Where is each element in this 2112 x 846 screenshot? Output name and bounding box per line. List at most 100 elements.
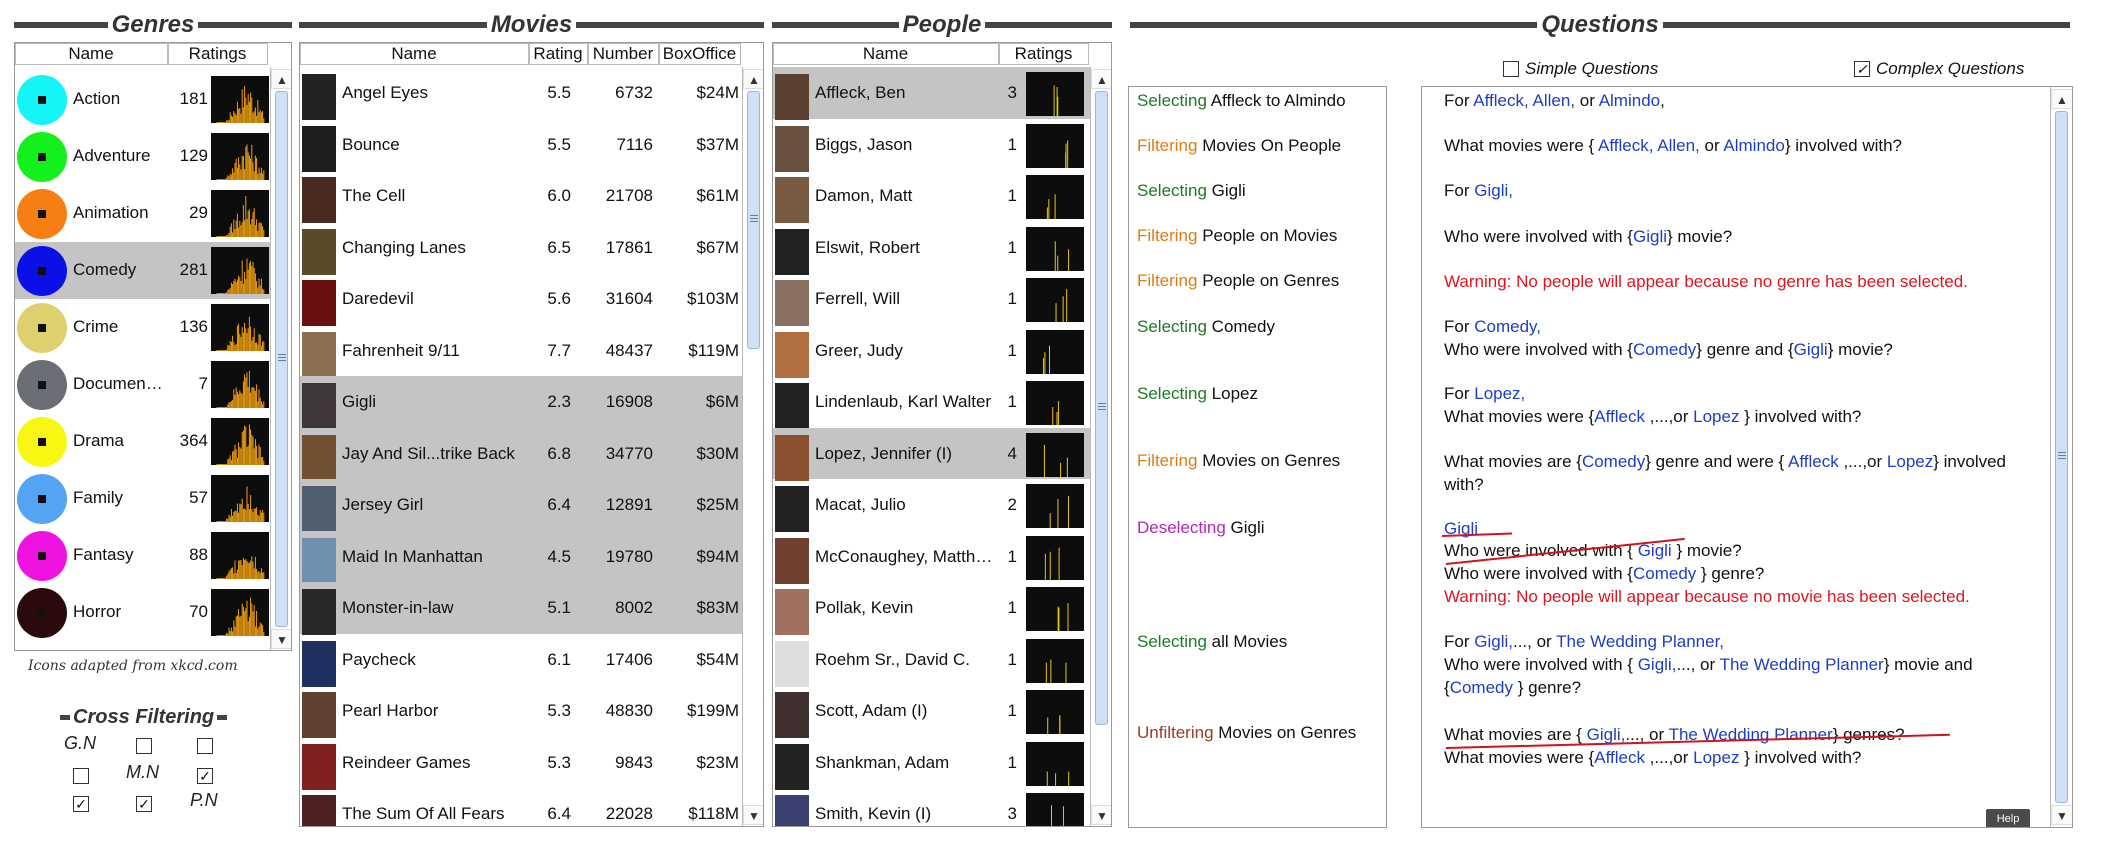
- scrollbar-thumb[interactable]: [1095, 91, 1108, 725]
- person-row[interactable]: Scott, Adam (I) 1: [773, 685, 1090, 738]
- movie-row[interactable]: Jay And Sil...trike Back 6.8 34770 $30M: [300, 427, 742, 481]
- genre-row[interactable]: Drama 364: [15, 413, 270, 470]
- genre-row[interactable]: Documen… 7: [15, 356, 270, 413]
- history-step[interactable]: Selecting Affleck to Almindo: [1137, 91, 1346, 111]
- link-allen[interactable]: Allen,: [1533, 91, 1576, 110]
- movie-row[interactable]: Angel Eyes 5.5 6732 $24M: [300, 67, 742, 120]
- genre-row[interactable]: Adventure 129: [15, 128, 270, 185]
- movie-row[interactable]: Reindeer Games 5.3 9843 $23M: [300, 737, 742, 790]
- link-comedy[interactable]: Comedy: [1633, 340, 1696, 359]
- person-row[interactable]: Damon, Matt 1: [773, 170, 1090, 223]
- genre-row[interactable]: Family 57: [15, 470, 270, 527]
- genre-row[interactable]: Fantasy 88: [15, 527, 270, 584]
- movie-row[interactable]: Monster-in-law 5.1 8002 $83M: [300, 582, 742, 635]
- cf-checkbox-g-p[interactable]: [197, 738, 213, 754]
- history-step[interactable]: Filtering People on Movies: [1137, 226, 1337, 246]
- link-wedding-planner[interactable]: The Wedding Planner: [1720, 655, 1884, 674]
- link-gigli[interactable]: Gigli,: [1638, 655, 1677, 674]
- person-row[interactable]: Pollak, Kevin 1: [773, 582, 1090, 635]
- history-step[interactable]: Unfiltering Movies on Genres: [1137, 723, 1356, 743]
- movies-scrollbar[interactable]: ▲ ▼: [742, 67, 763, 826]
- people-list[interactable]: Name Ratings Affleck, Ben 3 Biggs, Jason 1 D…: [772, 42, 1112, 827]
- link-comedy[interactable]: Comedy,: [1474, 317, 1541, 336]
- link-gigli[interactable]: Gigli: [1794, 340, 1828, 359]
- link-comedy[interactable]: Comedy: [1450, 678, 1513, 697]
- cf-checkbox-g-m[interactable]: [136, 738, 152, 754]
- link-affleck[interactable]: Affleck: [1594, 407, 1645, 426]
- cf-checkbox-m-g[interactable]: [73, 768, 89, 784]
- link-gigli[interactable]: Gigli,: [1474, 181, 1513, 200]
- complex-questions-checkbox[interactable]: ✓: [1854, 61, 1870, 77]
- link-gigli[interactable]: Gigli: [1633, 227, 1667, 246]
- genres-header-ratings[interactable]: Ratings: [168, 43, 268, 65]
- genre-row[interactable]: Animation 29: [15, 185, 270, 242]
- person-row[interactable]: Roehm Sr., David C. 1: [773, 634, 1090, 687]
- genre-row[interactable]: Comedy 281: [15, 242, 270, 299]
- scrollbar-thumb[interactable]: [2055, 111, 2068, 803]
- questions-scrollbar[interactable]: ▲ ▼: [2050, 87, 2072, 827]
- movies-header-number[interactable]: Number: [588, 43, 659, 65]
- link-affleck[interactable]: Affleck: [1788, 452, 1839, 471]
- movies-header-rating[interactable]: Rating: [529, 43, 588, 65]
- movies-header-name[interactable]: Name: [300, 43, 529, 65]
- simple-questions-checkbox[interactable]: [1503, 61, 1519, 77]
- history-step[interactable]: Selecting Gigli: [1137, 181, 1246, 201]
- link-gigli[interactable]: Gigli,: [1587, 725, 1626, 744]
- link-comedy[interactable]: Comedy: [1633, 564, 1696, 583]
- movie-row[interactable]: Gigli 2.3 16908 $6M: [300, 376, 742, 429]
- person-row[interactable]: Ferrell, Will 1: [773, 273, 1090, 326]
- link-comedy[interactable]: Comedy: [1582, 452, 1645, 471]
- cf-checkbox-m-p[interactable]: ✓: [197, 768, 213, 784]
- person-row[interactable]: Lindenlaub, Karl Walter 1: [773, 376, 1090, 429]
- simple-questions-option[interactable]: Simple Questions: [1503, 59, 1658, 79]
- link-lopez[interactable]: Lopez: [1887, 452, 1933, 471]
- people-header-name[interactable]: Name: [773, 43, 999, 65]
- link-almindo[interactable]: Almindo: [1723, 136, 1784, 155]
- movie-row[interactable]: Bounce 5.5 7116 $37M: [300, 119, 742, 172]
- person-row[interactable]: Elswit, Robert 1: [773, 222, 1090, 275]
- scroll-down-icon[interactable]: ▼: [743, 805, 763, 825]
- person-row[interactable]: Greer, Judy 1: [773, 325, 1090, 378]
- link-affleck[interactable]: Affleck: [1594, 748, 1645, 767]
- history-step[interactable]: Filtering Movies On People: [1137, 136, 1341, 156]
- history-step[interactable]: Filtering People on Genres: [1137, 271, 1339, 291]
- scroll-up-icon[interactable]: ▲: [743, 69, 763, 89]
- cf-checkbox-p-m[interactable]: ✓: [136, 796, 152, 812]
- genres-header-name[interactable]: Name: [15, 43, 168, 65]
- movie-row[interactable]: Fahrenheit 9/11 7.7 48437 $119M: [300, 325, 742, 378]
- movie-row[interactable]: Daredevil 5.6 31604 $103M: [300, 273, 742, 326]
- scroll-down-icon[interactable]: ▼: [271, 629, 291, 649]
- movie-row[interactable]: Jersey Girl 6.4 12891 $25M: [300, 479, 742, 532]
- history-step[interactable]: Selecting Lopez: [1137, 384, 1258, 404]
- movies-header-boxoffice[interactable]: BoxOffice: [659, 43, 741, 65]
- genres-scrollbar[interactable]: ▲ ▼: [270, 67, 291, 650]
- person-row[interactable]: Lopez, Jennifer (I) 4: [773, 427, 1090, 481]
- movie-row[interactable]: The Cell 6.0 21708 $61M: [300, 170, 742, 223]
- scroll-down-icon[interactable]: ▼: [2051, 805, 2072, 825]
- link-wedding-planner[interactable]: The Wedding Planner,: [1556, 632, 1724, 651]
- link-affleck[interactable]: Affleck,: [1598, 136, 1653, 155]
- cf-checkbox-p-g[interactable]: ✓: [73, 796, 89, 812]
- scroll-up-icon[interactable]: ▲: [2051, 89, 2072, 109]
- help-button[interactable]: Help: [1986, 809, 2030, 827]
- person-row[interactable]: Shankman, Adam 1: [773, 737, 1090, 790]
- link-lopez[interactable]: Lopez,: [1474, 384, 1525, 403]
- person-row[interactable]: Macat, Julio 2: [773, 479, 1090, 532]
- link-allen[interactable]: Allen,: [1657, 136, 1700, 155]
- person-row[interactable]: McConaughey, Matth… 1: [773, 531, 1090, 584]
- history-step[interactable]: Selecting all Movies: [1137, 632, 1287, 652]
- link-gigli[interactable]: Gigli,: [1474, 632, 1513, 651]
- genres-list[interactable]: Name Ratings Action 181 Adventure 129 Animat…: [14, 42, 292, 651]
- history-step[interactable]: Filtering Movies on Genres: [1137, 451, 1340, 471]
- people-scrollbar[interactable]: ▲ ▼: [1090, 67, 1111, 826]
- movie-row[interactable]: Changing Lanes 6.5 17861 $67M: [300, 222, 742, 275]
- movie-row[interactable]: Paycheck 6.1 17406 $54M: [300, 634, 742, 687]
- movie-row[interactable]: The Sum Of All Fears 6.4 22028 $118M: [300, 788, 742, 826]
- scroll-down-icon[interactable]: ▼: [1091, 805, 1111, 825]
- link-lopez[interactable]: Lopez: [1693, 407, 1739, 426]
- complex-questions-option[interactable]: ✓ Complex Questions: [1854, 59, 2024, 79]
- person-row[interactable]: Biggs, Jason 1: [773, 119, 1090, 172]
- scrollbar-thumb[interactable]: [747, 91, 760, 349]
- movie-row[interactable]: Maid In Manhattan 4.5 19780 $94M: [300, 530, 742, 584]
- history-step[interactable]: Deselecting Gigli: [1137, 518, 1265, 538]
